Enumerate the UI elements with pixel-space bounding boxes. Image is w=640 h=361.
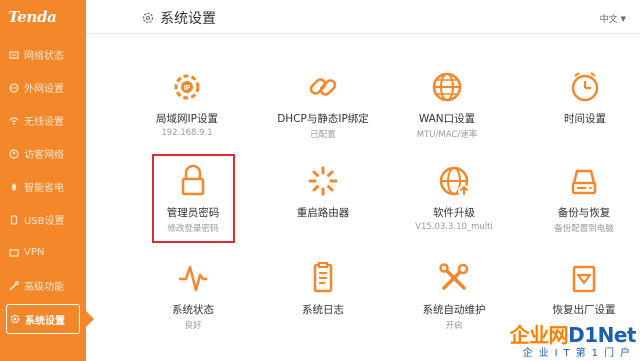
sidebar-nav: 网络状态 外网设置 无线设置 访客网络 智能省电 USB设置 VPN 高级功能 xyxy=(0,38,86,334)
page-title: 系统设置 xyxy=(142,8,216,28)
sidebar-item-label: 无线设置 xyxy=(24,117,64,128)
network-status-icon xyxy=(9,50,19,60)
sidebar: Tenda 网络状态 外网设置 无线设置 访客网络 智能省电 USB设置 VPN xyxy=(0,0,86,361)
gear-icon xyxy=(142,12,154,24)
tile-sub: V15.03.3.10_multi xyxy=(415,222,493,232)
language-selector[interactable]: 中文 ▼ xyxy=(599,12,626,26)
tile-label: 系统状态 xyxy=(172,304,214,316)
sidebar-item-label: 高级功能 xyxy=(24,282,64,293)
tenda-logo: Tenda xyxy=(8,8,57,26)
backup-icon xyxy=(571,169,597,195)
gear-icon xyxy=(10,314,20,324)
tile-backup[interactable]: 备份与恢复 备份配置到电脑 xyxy=(520,161,640,257)
header: 系统设置 中文 ▼ xyxy=(86,0,640,34)
chevron-down-icon: ▼ xyxy=(620,14,626,23)
tile-label: 恢复出厂设置 xyxy=(552,304,616,316)
sidebar-item-system-settings[interactable]: 系统设置 xyxy=(6,304,80,334)
tile-sub: 良好 xyxy=(184,321,202,331)
tile-sub: 192.168.9.1 xyxy=(161,128,213,138)
sidebar-item-vpn[interactable]: VPN xyxy=(0,236,86,269)
tile-system-status[interactable]: 系统状态 良好 xyxy=(129,258,257,354)
tools-icon xyxy=(9,280,19,291)
log-icon xyxy=(313,262,333,293)
tile-label: 系统日志 xyxy=(302,304,344,316)
sidebar-item-power-save[interactable]: 智能省电 xyxy=(0,170,86,203)
pulse-icon xyxy=(179,265,207,292)
tile-dhcp[interactable]: DHCP与静态IP绑定 已配置 xyxy=(259,67,387,163)
sidebar-item-label: USB设置 xyxy=(24,216,65,227)
sidebar-item-usb[interactable]: USB设置 xyxy=(0,203,86,236)
power-save-icon xyxy=(9,182,19,192)
tile-label: DHCP与静态IP绑定 xyxy=(277,113,369,125)
page-title-text: 系统设置 xyxy=(160,11,216,27)
tile-sub: MTU/MAC/速率 xyxy=(416,130,478,140)
tile-sub: 开启 xyxy=(445,321,463,331)
tile-lan-ip[interactable]: IP 局域网IP设置 192.168.9.1 xyxy=(123,67,251,163)
tile-time[interactable]: 时间设置 xyxy=(521,67,640,163)
clock-icon xyxy=(571,72,599,102)
sidebar-item-label: 智能省电 xyxy=(24,183,64,194)
sidebar-item-wireless[interactable]: 无线设置 xyxy=(0,104,86,137)
vpn-icon xyxy=(9,248,19,258)
sidebar-item-label: VPN xyxy=(24,247,45,258)
maintenance-icon xyxy=(439,263,469,290)
tile-sub: 备份配置到电脑 xyxy=(554,224,614,234)
svg-text:IP: IP xyxy=(184,85,191,92)
link-icon xyxy=(309,78,337,96)
sidebar-item-label: 外网设置 xyxy=(24,84,64,95)
sidebar-item-wan[interactable]: 外网设置 xyxy=(0,71,86,104)
usb-icon xyxy=(9,214,19,225)
sidebar-item-label: 访客网络 xyxy=(24,150,64,161)
tile-label: 局域网IP设置 xyxy=(156,113,218,125)
active-nav-pointer xyxy=(86,311,94,327)
tile-sub: 已配置 xyxy=(310,130,336,140)
tile-label: WAN口设置 xyxy=(418,113,476,125)
tile-label: 系统自动维护 xyxy=(422,304,486,316)
wifi-icon xyxy=(9,116,19,126)
highlight-box xyxy=(152,154,235,243)
globe-icon xyxy=(432,72,462,102)
tile-label: 软件升级 xyxy=(433,207,475,219)
tile-upgrade[interactable]: 软件升级 V15.03.3.10_multi xyxy=(390,161,518,257)
restart-icon xyxy=(308,166,338,196)
language-label: 中文 xyxy=(599,15,618,25)
lan-ip-icon: IP xyxy=(174,74,200,100)
guest-icon xyxy=(9,148,19,159)
sidebar-item-advanced[interactable]: 高级功能 xyxy=(0,269,86,302)
upgrade-icon xyxy=(439,166,470,197)
sidebar-item-label: 系统设置 xyxy=(25,315,65,327)
factory-reset-icon xyxy=(572,265,596,293)
watermark-sub: 企业IT第1门户 xyxy=(522,348,636,359)
sidebar-item-guest[interactable]: 访客网络 xyxy=(0,137,86,170)
tile-label: 备份与恢复 xyxy=(557,207,611,219)
tile-system-log[interactable]: 系统日志 xyxy=(259,258,387,354)
watermark: 企业网D1Net 企业IT第1门户 xyxy=(510,319,637,359)
tile-auto-maintenance[interactable]: 系统自动维护 开启 xyxy=(390,258,518,354)
tile-label: 时间设置 xyxy=(564,113,606,125)
tile-wan[interactable]: WAN口设置 MTU/MAC/速率 xyxy=(383,67,511,163)
globe-icon xyxy=(9,82,19,93)
tile-restart[interactable]: 重启路由器 xyxy=(259,161,387,257)
sidebar-item-network-status[interactable]: 网络状态 xyxy=(0,38,86,71)
tile-label: 重启路由器 xyxy=(296,207,350,219)
sidebar-item-label: 网络状态 xyxy=(24,51,64,62)
